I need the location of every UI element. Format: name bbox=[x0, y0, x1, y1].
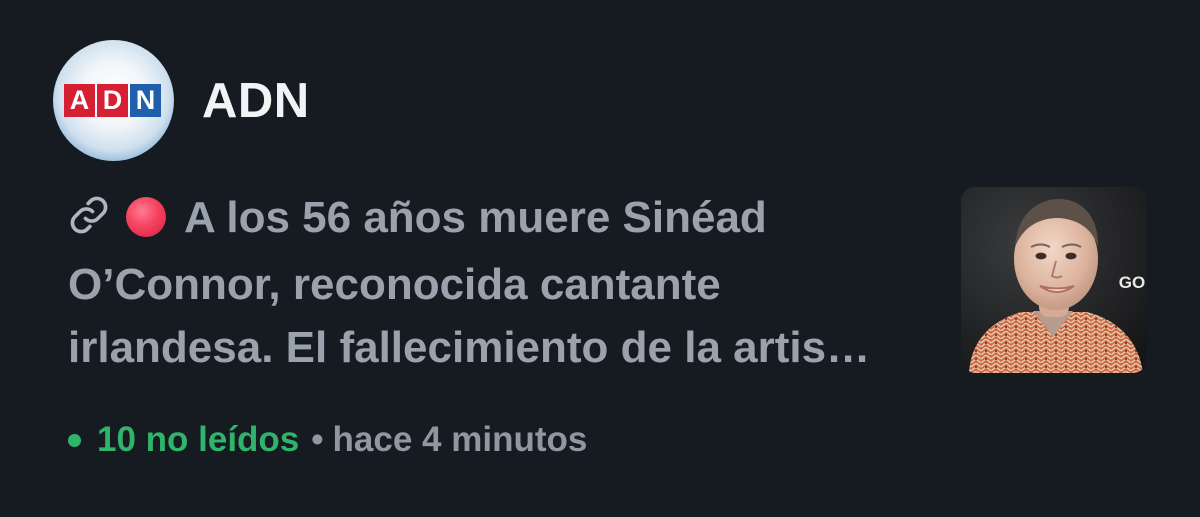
logo-letter-d: D bbox=[97, 84, 128, 117]
timestamp: hace 4 minutos bbox=[332, 420, 588, 459]
unread-count: 10 no leídos bbox=[97, 420, 300, 459]
article-headline[interactable]: A los 56 años muere Sinéad O’Connor, rec… bbox=[68, 186, 928, 379]
link-icon bbox=[68, 190, 110, 253]
article-meta: 10 no leídos • hace 4 minutos bbox=[68, 420, 587, 460]
logo-letter-n: N bbox=[130, 84, 161, 117]
unread-dot-icon bbox=[68, 433, 81, 447]
red-circle-icon bbox=[126, 197, 166, 237]
headline-text: A los 56 años muere Sinéad O’Connor, rec… bbox=[68, 193, 871, 372]
news-card[interactable]: A D N ADN A los 56 años muere Sinéad O’C… bbox=[0, 0, 1200, 517]
meta-separator: • bbox=[311, 420, 324, 459]
source-avatar[interactable]: A D N bbox=[53, 40, 174, 161]
adn-logo: A D N bbox=[64, 84, 161, 117]
source-header[interactable]: A D N ADN bbox=[53, 40, 310, 161]
article-thumbnail[interactable]: GO bbox=[961, 187, 1147, 373]
source-name[interactable]: ADN bbox=[202, 73, 310, 129]
logo-letter-a: A bbox=[64, 84, 95, 117]
thumbnail-caption: GO bbox=[1119, 273, 1145, 292]
